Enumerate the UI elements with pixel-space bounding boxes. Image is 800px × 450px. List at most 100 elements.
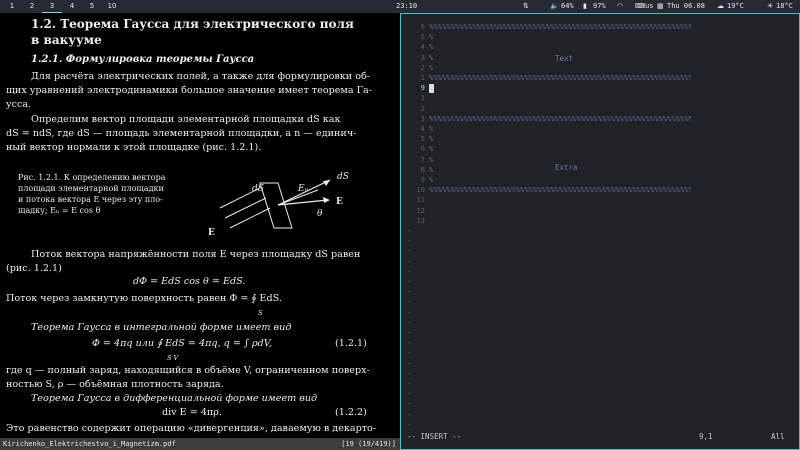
code-line[interactable]: %%%%%%%%%%%%%%%%%%%%%%%%%%%%%%%%%%%%%%%%… — [429, 114, 691, 124]
pdf-page-indicator: [19 (19/419)] — [341, 440, 396, 448]
differential-form-heading: Теорема Гаусса в дифференциальной форме … — [31, 393, 318, 404]
field-line-1 — [229, 207, 271, 229]
figure-1-2-1: dS dS Eₙ E θ E — [208, 172, 349, 238]
volume-level: 64% — [561, 2, 574, 10]
sun-icon: ☀ — [767, 2, 774, 10]
code-line[interactable]: % % — [429, 32, 691, 42]
empty-line-marker: ~ — [407, 236, 412, 246]
scroll-indicator: All — [771, 432, 785, 441]
volume-icon[interactable]: 🔈 — [550, 0, 559, 13]
equation-number-1-2-2: (1.2.2) — [335, 407, 367, 418]
paragraph-2-line-1: Определим вектор площади элементарной пл… — [31, 114, 341, 125]
weather-icon: ☁ — [717, 2, 724, 10]
empty-line-marker: ~ — [407, 379, 412, 388]
keyboard-icon: ⌨ — [635, 2, 646, 10]
subsection-title: 1.2.1. Формулировка теоремы Гаусса — [31, 54, 255, 65]
paragraph-4-line-1: где q — полный заряд, находящийся в объё… — [6, 365, 370, 376]
empty-line-marker: ~ — [407, 389, 412, 399]
label-en: Eₙ — [297, 184, 309, 194]
empty-line-marker: ~ — [407, 338, 412, 348]
empty-line-marker: ~ — [407, 328, 412, 337]
paragraph-4-line-2: ностью S, ρ — объёмная плотность заряда. — [6, 379, 224, 390]
calendar-icon: ▦ — [657, 2, 664, 10]
code-line[interactable]: % % — [429, 42, 691, 52]
pdf-viewer[interactable]: 1.2. Теорема Гаусса для электрического п… — [0, 13, 400, 450]
closed-flux-subscript: S — [258, 309, 263, 317]
empty-line-marker: ~ — [407, 419, 412, 429]
section-title: 1.2. Теорема Гаусса для электрического п… — [31, 17, 354, 31]
code-line[interactable]: %%%%%%%%%%%%%%%%%%%%%%%%%%%%%%%%%%%%%%%%… — [429, 73, 691, 83]
paragraph-1-line-2: щих уравнений электродинамики большое зн… — [6, 85, 372, 96]
line-number: 9 — [420, 83, 425, 93]
empty-line-marker: ~ — [407, 368, 412, 378]
empty-line-marker: ~ — [407, 246, 412, 256]
code-line[interactable]: %%%%%%%%%%%%%%%%%%%%%%%%%%%%%%%%%%%%%%%%… — [429, 22, 691, 32]
empty-line-marker: ~ — [407, 348, 412, 358]
label-e-left: E — [208, 228, 215, 238]
line-number: 5 — [420, 32, 425, 42]
label-ds-left: dS — [252, 184, 264, 194]
paragraph-5: Это равенство содержит операцию «диверге… — [6, 423, 377, 434]
label-theta: θ — [317, 209, 323, 219]
line-number: 4 — [420, 124, 425, 133]
line-number: 7 — [420, 154, 425, 164]
code-line[interactable]: % % — [429, 144, 691, 154]
figure-caption-line-3: и потока вектора E через эту пло- — [18, 195, 163, 204]
line-number: 5 — [420, 134, 425, 144]
temperature-2: 18°C — [776, 2, 793, 10]
temperature-1: 19°C — [727, 2, 744, 10]
code-line[interactable]: % % — [429, 134, 691, 144]
label-ds-top: dS — [337, 172, 349, 182]
line-number: 9 — [420, 175, 425, 184]
line-number: 6 — [420, 144, 425, 154]
code-line[interactable]: % % — [429, 124, 691, 134]
empty-line-marker: ~ — [407, 409, 412, 419]
line-number: 2 — [420, 62, 425, 72]
vim-editor[interactable]: 6%%%%%%%%%%%%%%%%%%%%%%%%%%%%%%%%%%%%%%%… — [400, 13, 800, 450]
code-line[interactable]: %%%%%%%%%%%%%%%%%%%%%%%%%%%%%%%%%%%%%%%%… — [429, 185, 691, 195]
wifi-icon: ◠ — [617, 2, 624, 10]
line-number: 1 — [420, 73, 425, 82]
line-number: 3 — [420, 52, 425, 62]
text-cursor — [429, 84, 434, 94]
vim-statusline: -- INSERT -- 9,1 All — [407, 432, 787, 444]
battery-icon: ▮ — [583, 2, 587, 10]
line-number: 13 — [416, 215, 425, 225]
empty-line-marker: ~ — [407, 399, 412, 409]
paragraph-3-line-1: Поток вектора напряжённости поля E через… — [31, 249, 361, 260]
keyboard-layout: us — [645, 2, 654, 10]
figure-caption-line-2: площади элементарной площадки — [18, 184, 164, 193]
box-label-text: Text — [555, 54, 574, 63]
integral-form-heading: Теорема Гаусса в интегральной форме имее… — [31, 322, 292, 333]
paragraph-1-line-1: Для расчёта электрических полей, а также… — [31, 71, 371, 82]
top-status-bar: 1 2 3 4 5 10 23:10 ⇅ 🔈 64% ▮ 97% ◠ ⌨ us … — [0, 0, 800, 13]
empty-line-marker: ~ — [407, 358, 412, 368]
empty-line-marker: ~ — [407, 317, 412, 327]
empty-line-marker: ~ — [407, 226, 412, 235]
code-line[interactable]: % % — [429, 175, 691, 185]
label-e-right: E — [336, 197, 343, 207]
paragraph-1-line-3: усса. — [6, 99, 32, 110]
line-number: 8 — [420, 164, 425, 174]
figure-caption-line-1: Рис. 1.2.1. К определению вектора — [18, 173, 166, 182]
empty-line-marker: ~ — [407, 256, 412, 266]
closed-surface-flux: Поток через замкнутую поверхность равен … — [6, 293, 282, 304]
code-line[interactable]: % % — [429, 63, 691, 73]
equation-integral: Φ = 4πq или ∮ EdS = 4πq, q = ∫ ρdV, — [92, 338, 273, 349]
line-number: 4 — [420, 42, 425, 52]
empty-line-marker: ~ — [407, 287, 412, 297]
battery-level: 97% — [593, 2, 606, 10]
empty-line-marker: ~ — [407, 266, 412, 276]
equation-differential: div E = 4πρ. — [162, 407, 222, 418]
empty-line-marker: ~ — [407, 297, 412, 307]
equation-flux: dΦ = EdS cos θ = EdS. — [133, 276, 246, 287]
pdf-statusbar: Kirichenko_Elektrichestvo_i_Magnetizm.pd… — [0, 438, 400, 450]
field-arrowhead — [323, 197, 330, 203]
equation-integral-subscripts: S V — [167, 354, 179, 362]
line-number: 6 — [420, 22, 425, 31]
paragraph-3-line-2: (рис. 1.2.1) — [6, 263, 62, 274]
line-number: 3 — [420, 113, 425, 123]
cursor-position: 9,1 — [699, 432, 713, 441]
empty-line-marker: ~ — [407, 277, 412, 286]
paragraph-2-line-2: dS = ndS, где dS — площадь элементарной … — [6, 128, 357, 139]
